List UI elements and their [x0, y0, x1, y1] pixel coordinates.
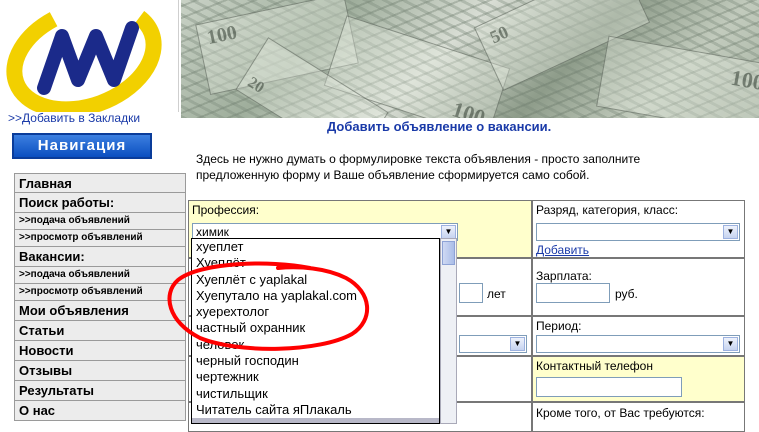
salary-cell: Зарплата: руб. — [532, 258, 745, 316]
dropdown-option[interactable]: чистильщик — [192, 386, 439, 402]
dropdown-option[interactable]: частный охранник — [192, 320, 439, 336]
dropdown-option[interactable]: чертежник — [192, 369, 439, 385]
rank-label: Разряд, категория, класс: — [536, 203, 679, 217]
dropdown-scrollbar[interactable] — [440, 238, 457, 424]
page-title: Добавить объявление о вакансии. — [327, 119, 552, 134]
sidebar-item[interactable]: О нас — [14, 401, 186, 421]
intro-line: предложенную форму и Ваше объявление сфо… — [196, 168, 590, 182]
sidebar-menu: Главная Поиск работы: >>подача объявлений >… — [14, 173, 186, 421]
sidebar-item[interactable]: Поиск работы: — [14, 193, 186, 213]
sidebar-subitem[interactable]: >>подача объявлений — [14, 213, 186, 230]
profession-dropdown-list[interactable]: хуеплет Хуеплёт Хуеплёт с yaplakal Хуепутал… — [191, 238, 440, 424]
salary-unit: руб. — [615, 287, 638, 301]
requirements-label: Кроме того, от Вас требуются: — [536, 406, 705, 420]
chevron-down-icon[interactable]: ▼ — [510, 337, 525, 351]
age-input[interactable] — [459, 283, 483, 303]
dropdown-option[interactable]: Хуеплёт — [192, 255, 439, 271]
phone-label: Контактный телефон — [536, 359, 653, 373]
period-select[interactable]: ▼ — [536, 335, 740, 353]
intro-line: Здесь не нужно думать о формулировке тек… — [196, 152, 641, 166]
period-cell: Период: ▼ — [532, 316, 745, 356]
chevron-down-icon[interactable]: ▼ — [723, 225, 738, 239]
phone-cell: Контактный телефон — [532, 356, 745, 402]
sidebar-item[interactable]: Результаты — [14, 381, 186, 401]
sidebar-subitem[interactable]: >>просмотр объявлений — [14, 284, 186, 301]
navigation-button[interactable]: Навигация — [12, 133, 152, 159]
dropdown-option[interactable]: человек — [192, 337, 439, 353]
sidebar-item[interactable]: Статьи — [14, 321, 186, 341]
dropdown-option[interactable]: Читатель сайта яПлакаль — [192, 402, 439, 418]
sidebar-subitem[interactable]: >>просмотр объявлений — [14, 230, 186, 247]
profession-label: Профессия: — [192, 203, 260, 217]
sidebar-item[interactable]: Мои объявления — [14, 301, 186, 321]
chevron-down-icon[interactable]: ▼ — [723, 337, 738, 351]
salary-label: Зарплата: — [536, 269, 592, 283]
site-logo[interactable] — [0, 0, 179, 118]
intro-text: Здесь не нужно думать о формулировке тек… — [196, 151, 696, 183]
dropdown-option[interactable]: Хуеплёт с yaplakal — [192, 272, 439, 288]
rank-select[interactable]: ▼ — [536, 223, 740, 241]
requirements-cell: Кроме того, от Вас требуются: — [532, 402, 745, 432]
dropdown-option[interactable]: шкутор — [192, 418, 439, 423]
sidebar-item[interactable]: Отзывы — [14, 361, 186, 381]
dropdown-option[interactable]: черный господин — [192, 353, 439, 369]
dropdown-option[interactable]: хуеплет — [192, 239, 439, 255]
sidebar-item[interactable]: Главная — [14, 173, 186, 193]
sidebar-subitem[interactable]: >>подача объявлений — [14, 267, 186, 284]
chevron-down-icon[interactable]: ▼ — [441, 225, 456, 239]
period-label: Период: — [536, 319, 582, 333]
age-suffix: лет — [487, 287, 506, 301]
salary-input[interactable] — [536, 283, 610, 303]
sidebar-item[interactable]: Вакансии: — [14, 247, 186, 267]
header-banner-money: 100 100 50 100 20 — [181, 0, 759, 118]
dropdown-option[interactable]: Хуепутало на yaplakal.com — [192, 288, 439, 304]
dropdown-option[interactable]: хуерехтолог — [192, 304, 439, 320]
sidebar-item[interactable]: Новости — [14, 341, 186, 361]
schedule-select[interactable]: ▼ — [459, 335, 527, 353]
add-bookmark-link[interactable]: >>Добавить в Закладки — [8, 111, 140, 125]
scrollbar-thumb[interactable] — [442, 241, 455, 265]
phone-input[interactable] — [536, 377, 682, 397]
profession-select-value: химик — [196, 225, 229, 239]
rank-cell: Разряд, категория, класс: ▼ Добавить — [532, 200, 745, 258]
add-rank-link[interactable]: Добавить — [536, 243, 589, 257]
